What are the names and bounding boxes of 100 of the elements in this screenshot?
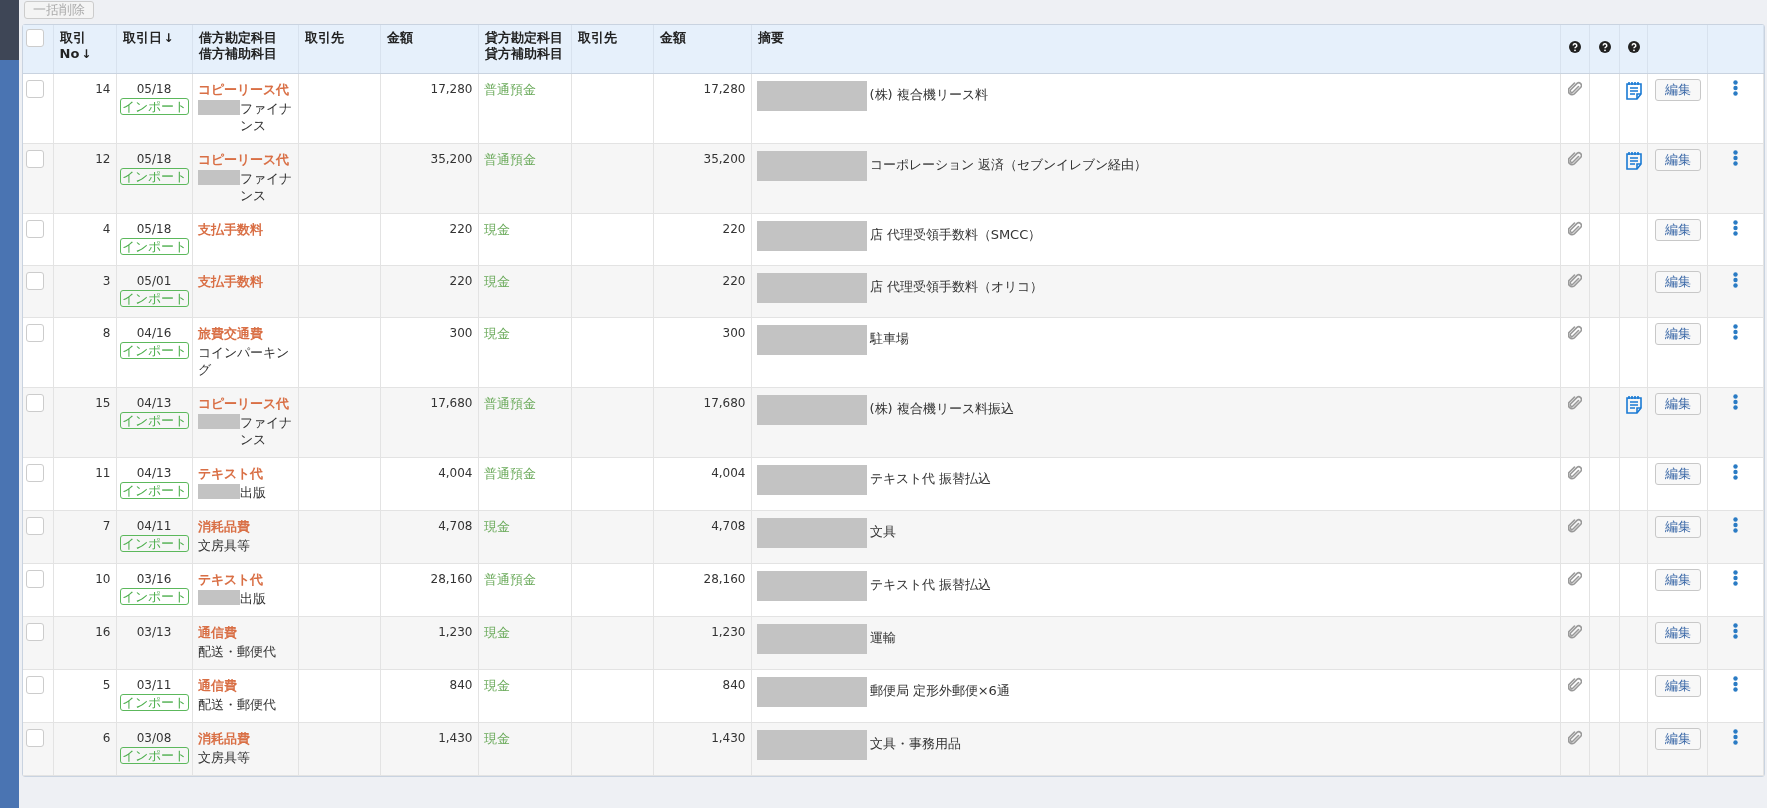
description-text: コーポレーション 返済（セブンイレブン経由）: [869, 156, 1147, 173]
debit-account: テキスト代: [197, 571, 264, 588]
more-menu-button[interactable]: [1733, 729, 1738, 748]
checkbox[interactable]: [26, 272, 44, 290]
transaction-date: 03/11: [135, 677, 173, 694]
transaction-number: 15: [95, 396, 111, 410]
debit-amount: 1,430: [438, 731, 473, 745]
help-icon: [1598, 41, 1611, 53]
edit-button[interactable]: 編集: [1654, 569, 1701, 591]
edit-button[interactable]: 編集: [1654, 271, 1701, 293]
vertical-dots-icon: [1733, 220, 1738, 236]
debit-account: テキスト代: [197, 465, 264, 482]
vertical-dots-icon: [1733, 272, 1738, 288]
credit-amount: 220: [722, 222, 746, 236]
transaction-date: 03/16: [135, 571, 173, 588]
vertical-dots-icon: [1733, 676, 1738, 692]
debit-sub-account: 出版: [239, 484, 266, 501]
debit-amount: 17,280: [430, 82, 473, 96]
checkbox[interactable]: [26, 676, 44, 694]
checkbox[interactable]: [26, 394, 44, 412]
checkbox[interactable]: [26, 570, 44, 588]
debit-amount: 28,160: [430, 572, 473, 586]
debit-sub-account: 出版: [239, 590, 266, 607]
debit-sub-account: ファイナンス: [239, 414, 293, 448]
debit-account: 消耗品費: [197, 518, 251, 535]
credit-amount: 4,708: [711, 519, 746, 533]
edit-button[interactable]: 編集: [1654, 463, 1701, 485]
checkbox[interactable]: [26, 464, 44, 482]
credit-account: 現金: [483, 730, 511, 747]
transaction-date: 05/18: [135, 151, 173, 168]
credit-account: 現金: [483, 221, 511, 238]
credit-amount: 1,230: [711, 625, 746, 639]
debit-account: コピーリース代: [197, 151, 290, 168]
checkbox[interactable]: [26, 29, 44, 47]
debit-amount: 220: [449, 222, 473, 236]
transaction-number: 12: [95, 152, 111, 166]
credit-account: 普通預金: [483, 151, 537, 168]
debit-sub-account: 配送・郵便代: [197, 696, 276, 713]
credit-amount: 28,160: [703, 572, 746, 586]
edit-button[interactable]: 編集: [1654, 323, 1701, 345]
vertical-dots-icon: [1733, 623, 1738, 639]
more-menu-button[interactable]: [1733, 272, 1738, 291]
debit-account: コピーリース代: [197, 395, 290, 412]
vertical-dots-icon: [1733, 80, 1738, 96]
edit-button[interactable]: 編集: [1654, 675, 1701, 697]
column-header: 貸方勘定科目: [484, 30, 563, 45]
checkbox[interactable]: [26, 623, 44, 641]
help-icon: [1569, 41, 1581, 53]
debit-sub-account: 文房具等: [197, 537, 250, 554]
edit-button[interactable]: 編集: [1654, 516, 1701, 538]
column-header: 摘要: [757, 30, 784, 45]
help-icon: [1627, 41, 1640, 53]
more-menu-button[interactable]: [1733, 80, 1738, 99]
transaction-number: 6: [102, 731, 111, 745]
transaction-number: 5: [102, 678, 111, 692]
transaction-number: 11: [95, 466, 111, 480]
more-menu-button[interactable]: [1733, 324, 1738, 343]
more-menu-button[interactable]: [1733, 570, 1738, 589]
import-badge: インポート: [119, 694, 189, 711]
edit-button[interactable]: 編集: [1654, 393, 1701, 415]
transaction-number: 4: [102, 222, 111, 236]
credit-amount: 4,004: [711, 466, 746, 480]
checkbox[interactable]: [26, 150, 44, 168]
vertical-dots-icon: [1733, 729, 1738, 745]
description-text: (株) 複合機リース料: [869, 86, 988, 103]
debit-amount: 840: [449, 678, 473, 692]
edit-button[interactable]: 編集: [1654, 622, 1701, 644]
more-menu-button[interactable]: [1733, 517, 1738, 536]
transaction-number: 8: [102, 326, 111, 340]
more-menu-button[interactable]: [1733, 464, 1738, 483]
credit-account: 普通預金: [483, 81, 537, 98]
edit-button[interactable]: 編集: [1654, 149, 1701, 171]
import-badge: インポート: [119, 412, 189, 429]
vertical-dots-icon: [1733, 517, 1738, 533]
checkbox[interactable]: [26, 220, 44, 238]
debit-amount: 220: [449, 274, 473, 288]
transaction-number: 3: [102, 274, 111, 288]
import-badge: インポート: [119, 98, 189, 115]
more-menu-button[interactable]: [1733, 623, 1738, 642]
checkbox[interactable]: [26, 729, 44, 747]
more-menu-button[interactable]: [1733, 394, 1738, 413]
debit-account: 通信費: [197, 677, 238, 694]
checkbox[interactable]: [26, 517, 44, 535]
credit-amount: 17,280: [703, 82, 746, 96]
column-header: 取引日: [122, 30, 162, 45]
checkbox[interactable]: [26, 324, 44, 342]
vertical-dots-icon: [1733, 464, 1738, 480]
edit-button[interactable]: 編集: [1654, 79, 1701, 101]
more-menu-button[interactable]: [1733, 220, 1738, 239]
edit-button[interactable]: 編集: [1654, 728, 1701, 750]
vertical-dots-icon: [1733, 324, 1738, 340]
more-menu-button[interactable]: [1733, 150, 1738, 169]
description-text: 店 代理受領手数料（オリコ）: [869, 278, 1043, 295]
edit-button[interactable]: 編集: [1654, 219, 1701, 241]
description-text: 文具: [869, 523, 896, 540]
checkbox[interactable]: [26, 80, 44, 98]
more-menu-button[interactable]: [1733, 676, 1738, 695]
debit-sub-account: コインパーキング: [197, 344, 290, 378]
transaction-number: 7: [102, 519, 111, 533]
import-badge: インポート: [119, 290, 189, 307]
